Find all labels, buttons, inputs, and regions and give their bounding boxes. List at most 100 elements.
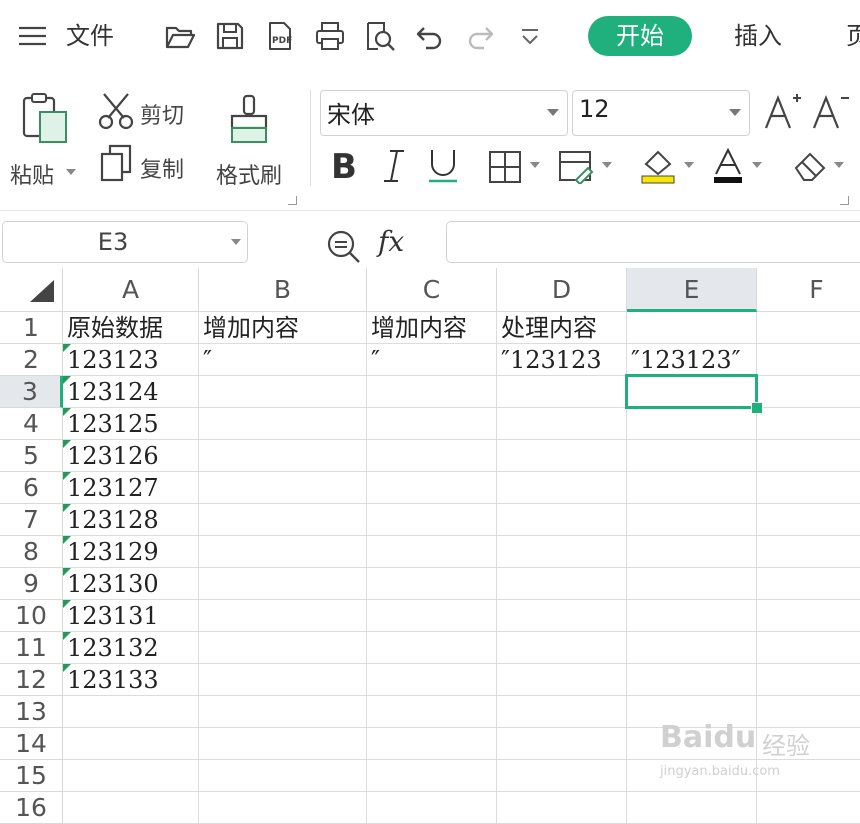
column-header-f[interactable]: F — [757, 268, 860, 312]
undo-icon[interactable] — [414, 20, 446, 52]
cell-a7[interactable]: 123128 — [63, 504, 199, 536]
borders-icon[interactable] — [488, 150, 522, 184]
file-menu[interactable]: 文件 — [66, 16, 114, 56]
cell-style-dropdown-icon[interactable] — [602, 162, 612, 168]
cell-c16[interactable] — [367, 792, 497, 824]
cell-d5[interactable] — [497, 440, 627, 472]
paste-icon[interactable] — [20, 92, 68, 144]
cell-f9[interactable] — [757, 568, 860, 600]
cell-b11[interactable] — [199, 632, 367, 664]
cell-f11[interactable] — [757, 632, 860, 664]
zoom-find-icon[interactable] — [326, 229, 362, 265]
cell-a8[interactable]: 123129 — [63, 536, 199, 568]
column-header-c[interactable]: C — [367, 268, 497, 312]
clipboard-group-launcher[interactable] — [288, 196, 297, 205]
cell-a13[interactable] — [63, 696, 199, 728]
cell-c8[interactable] — [367, 536, 497, 568]
paste-dropdown-icon[interactable] — [66, 169, 76, 175]
cell-f5[interactable] — [757, 440, 860, 472]
cell-a6[interactable]: 123127 — [63, 472, 199, 504]
increase-font-icon[interactable] — [764, 92, 802, 132]
formula-input[interactable] — [446, 221, 860, 263]
row-header-6[interactable]: 6 — [0, 472, 63, 504]
cell-f2[interactable] — [757, 344, 860, 376]
decrease-font-icon[interactable] — [812, 92, 850, 132]
cell-style-icon[interactable] — [558, 150, 594, 184]
font-color-icon[interactable] — [712, 148, 744, 184]
column-header-e[interactable]: E — [627, 268, 757, 312]
menu-icon[interactable] — [18, 20, 50, 52]
row-header-9[interactable]: 9 — [0, 568, 63, 600]
cell-a16[interactable] — [63, 792, 199, 824]
font-color-dropdown-icon[interactable] — [752, 162, 762, 168]
row-header-16[interactable]: 16 — [0, 792, 63, 824]
row-header-2[interactable]: 2 — [0, 344, 63, 376]
chevron-down-icon[interactable] — [231, 239, 241, 245]
clear-format-dropdown-icon[interactable] — [834, 162, 844, 168]
cell-a2[interactable]: 123123 — [63, 344, 199, 376]
cell-c4[interactable] — [367, 408, 497, 440]
cell-c3[interactable] — [367, 376, 497, 408]
open-folder-icon[interactable] — [164, 20, 196, 52]
cell-d2[interactable]: ″123123 — [497, 344, 627, 376]
row-header-5[interactable]: 5 — [0, 440, 63, 472]
cell-c12[interactable] — [367, 664, 497, 696]
scissors-icon[interactable] — [98, 92, 134, 130]
cell-e4[interactable] — [627, 408, 757, 440]
cell-b8[interactable] — [199, 536, 367, 568]
cell-d7[interactable] — [497, 504, 627, 536]
cell-b4[interactable] — [199, 408, 367, 440]
cell-c9[interactable] — [367, 568, 497, 600]
cell-e12[interactable] — [627, 664, 757, 696]
cut-button[interactable]: 剪切 — [140, 98, 184, 130]
row-header-14[interactable]: 14 — [0, 728, 63, 760]
cell-a5[interactable]: 123126 — [63, 440, 199, 472]
cell-d10[interactable] — [497, 600, 627, 632]
cell-e10[interactable] — [627, 600, 757, 632]
print-preview-icon[interactable] — [364, 20, 396, 52]
cell-f4[interactable] — [757, 408, 860, 440]
row-header-11[interactable]: 11 — [0, 632, 63, 664]
cell-d15[interactable] — [497, 760, 627, 792]
cell-b16[interactable] — [199, 792, 367, 824]
cell-e1[interactable] — [627, 312, 757, 344]
font-size-select[interactable]: 12 — [572, 90, 750, 136]
cell-b12[interactable] — [199, 664, 367, 696]
print-icon[interactable] — [314, 20, 346, 52]
cell-d1[interactable]: 处理内容 — [497, 312, 627, 344]
cell-d16[interactable] — [497, 792, 627, 824]
cell-e8[interactable] — [627, 536, 757, 568]
tab-start[interactable]: 开始 — [588, 16, 692, 56]
cell-b9[interactable] — [199, 568, 367, 600]
more-dropdown-icon[interactable] — [514, 20, 546, 52]
row-header-7[interactable]: 7 — [0, 504, 63, 536]
tab-insert[interactable]: 插入 — [734, 16, 782, 56]
copy-button[interactable]: 复制 — [140, 152, 184, 184]
fill-color-dropdown-icon[interactable] — [684, 162, 694, 168]
cell-e9[interactable] — [627, 568, 757, 600]
cell-c7[interactable] — [367, 504, 497, 536]
cell-c2[interactable]: ″ — [367, 344, 497, 376]
cell-c5[interactable] — [367, 440, 497, 472]
cell-b7[interactable] — [199, 504, 367, 536]
cell-a12[interactable]: 123133 — [63, 664, 199, 696]
cell-c11[interactable] — [367, 632, 497, 664]
cell-e2[interactable]: ″123123″ — [627, 344, 757, 376]
format-painter-icon[interactable] — [228, 94, 272, 148]
cell-e11[interactable] — [627, 632, 757, 664]
name-box[interactable]: E3 — [2, 221, 248, 263]
column-header-d[interactable]: D — [497, 268, 627, 312]
cell-a4[interactable]: 123125 — [63, 408, 199, 440]
select-all-corner[interactable] — [0, 268, 63, 312]
cell-b2[interactable]: ″ — [199, 344, 367, 376]
redo-icon[interactable] — [464, 20, 496, 52]
cell-c14[interactable] — [367, 728, 497, 760]
cell-c10[interactable] — [367, 600, 497, 632]
cell-f3[interactable] — [757, 376, 860, 408]
column-header-b[interactable]: B — [199, 268, 367, 312]
font-name-select[interactable]: 宋体 — [320, 90, 568, 136]
clear-format-icon[interactable] — [792, 150, 828, 182]
underline-icon[interactable] — [426, 148, 460, 184]
cell-c15[interactable] — [367, 760, 497, 792]
cell-b14[interactable] — [199, 728, 367, 760]
